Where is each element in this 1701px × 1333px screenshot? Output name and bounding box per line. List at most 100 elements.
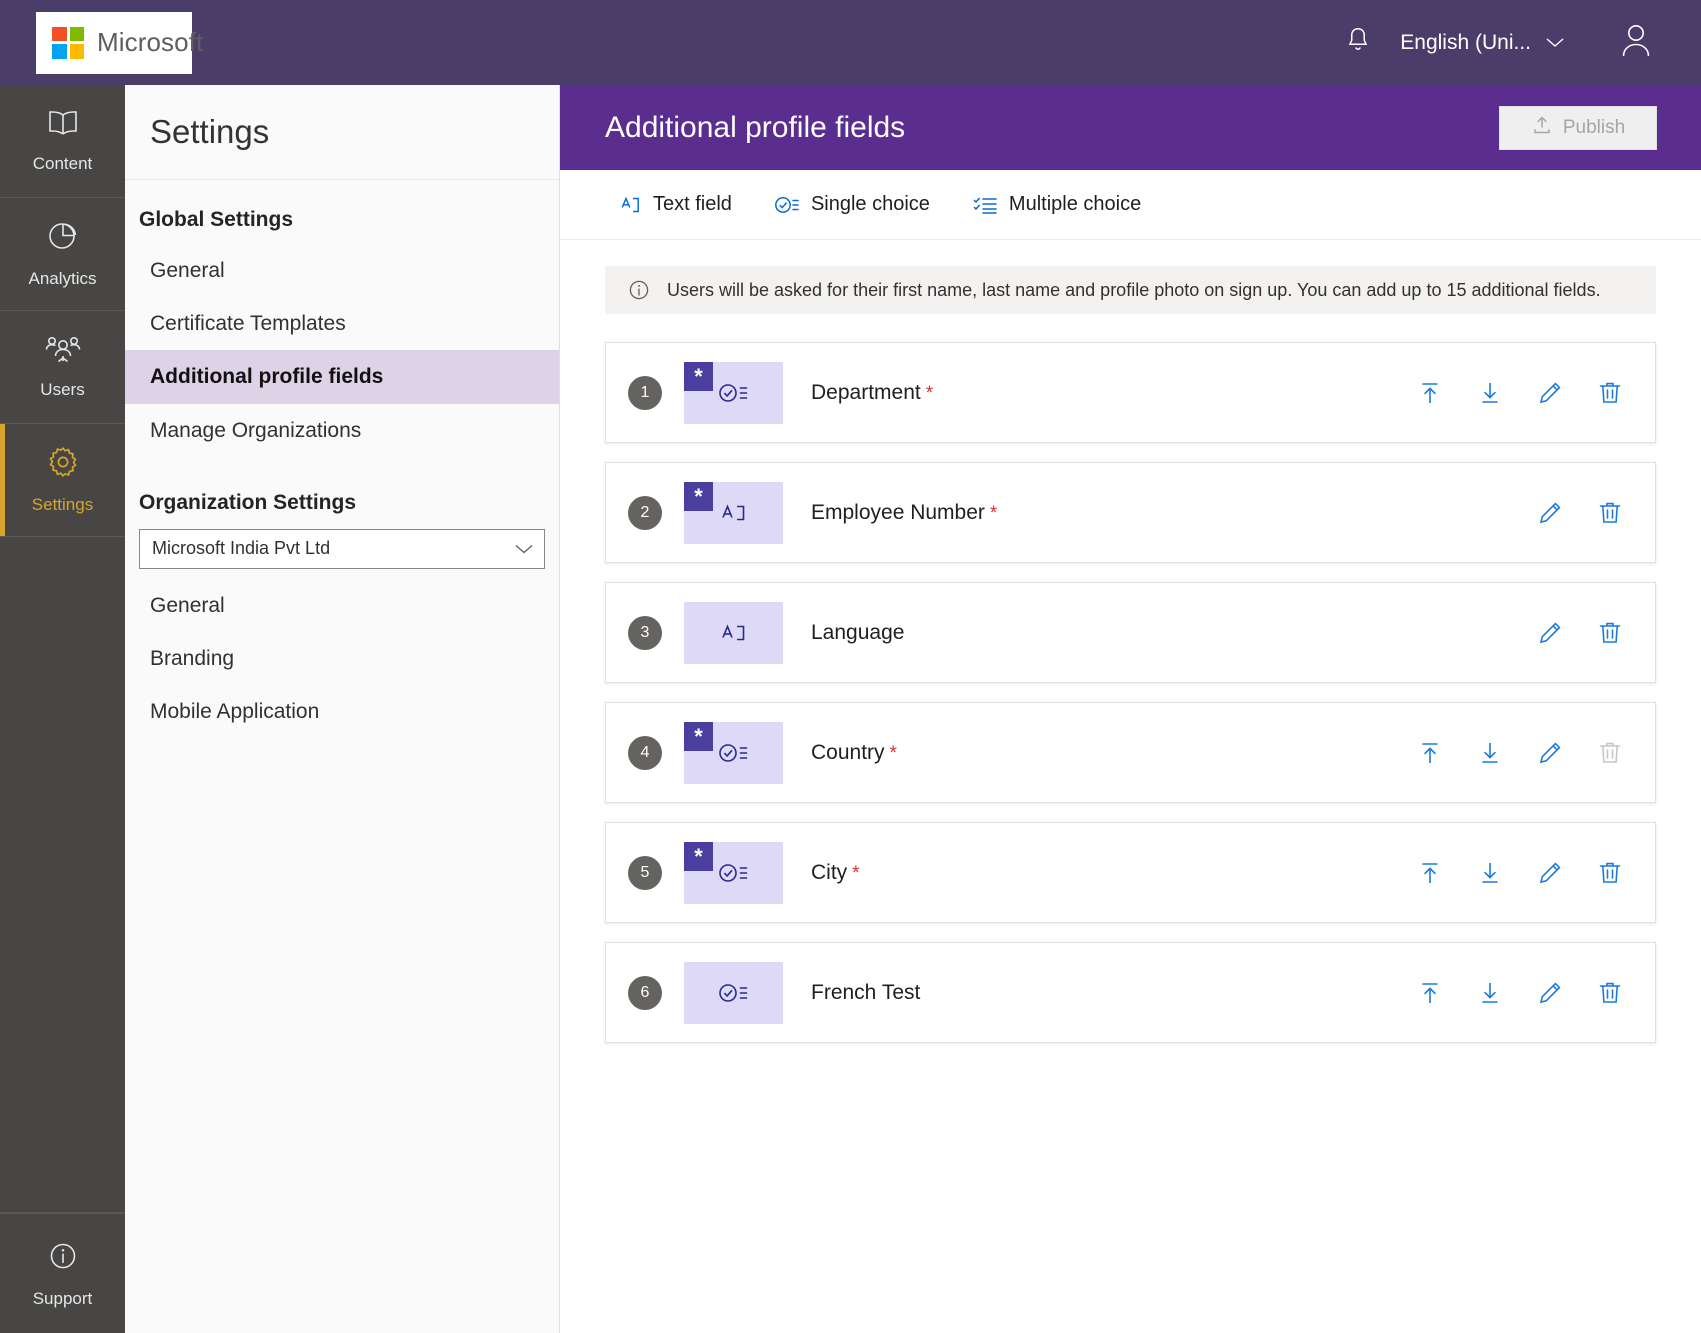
move-to-top-button[interactable] [1413, 736, 1447, 770]
account-button[interactable] [1601, 12, 1671, 74]
required-asterisk: * [925, 382, 934, 404]
page-title: Additional profile fields [605, 110, 906, 144]
notifications-button[interactable] [1330, 15, 1386, 71]
field-label-text: Country [811, 740, 885, 764]
move-to-bottom-button[interactable] [1473, 736, 1507, 770]
field-type-badge: * [684, 841, 783, 904]
chevron-down-icon [1545, 31, 1565, 55]
delete-button[interactable] [1593, 496, 1627, 530]
chevron-down-icon [514, 543, 534, 555]
table-row[interactable]: 6 French Test [605, 942, 1656, 1043]
multiple-choice-icon [972, 194, 998, 216]
rail-item-settings[interactable]: Settings [0, 424, 125, 537]
microsoft-squares-icon [52, 26, 84, 59]
toolbar-label-text-field: Text field [653, 193, 732, 215]
gear-icon [46, 445, 80, 484]
edit-button[interactable] [1533, 376, 1567, 410]
delete-button[interactable] [1593, 856, 1627, 890]
info-circle-icon [46, 1239, 80, 1278]
settings-panel-title: Settings [125, 85, 559, 180]
table-row[interactable]: 1 * Department * [605, 342, 1656, 443]
rail-item-analytics[interactable]: Analytics [0, 198, 125, 311]
field-label: City * [811, 861, 860, 885]
edit-button[interactable] [1533, 856, 1567, 890]
single-choice-icon [716, 380, 752, 406]
rail-label-analytics: Analytics [28, 269, 97, 288]
text-field-icon [717, 620, 751, 646]
language-selector[interactable]: English (Uni... [1386, 23, 1579, 63]
text-field-icon [618, 193, 642, 217]
edit-button[interactable] [1533, 496, 1567, 530]
field-label-text: City [811, 860, 848, 884]
field-label: French Test [811, 981, 920, 1005]
body-area: Content Analytics Users Settings Support… [0, 85, 1701, 1333]
field-type-toolbar: Text field Single choice Multiple choice [560, 170, 1701, 240]
table-row[interactable]: 5 * City * [605, 822, 1656, 923]
people-icon [44, 334, 82, 369]
microsoft-logo: Microsoft [36, 11, 203, 74]
edit-button[interactable] [1533, 976, 1567, 1010]
info-circle-icon [627, 278, 651, 302]
delete-button[interactable] [1593, 976, 1627, 1010]
delete-button[interactable] [1593, 376, 1627, 410]
organization-select[interactable]: Microsoft India Pvt Ltd [139, 528, 545, 569]
info-banner: Users will be asked for their first name… [605, 266, 1656, 314]
move-to-top-button[interactable] [1413, 976, 1447, 1010]
required-badge-icon: * [684, 481, 713, 511]
settings-panel: Settings Global Settings General Certifi… [125, 85, 560, 1333]
delete-button[interactable] [1593, 616, 1627, 650]
row-number: 2 [628, 495, 662, 530]
rail-spacer [0, 537, 125, 1213]
action-placeholder [1473, 616, 1507, 650]
edit-button[interactable] [1533, 736, 1567, 770]
single-choice-icon [716, 860, 752, 886]
microsoft-wordmark: Microsoft [97, 27, 204, 57]
row-actions [1413, 736, 1627, 770]
global-settings-heading: Global Settings [139, 208, 294, 231]
edit-button[interactable] [1533, 616, 1567, 650]
rail-item-content[interactable]: Content [0, 85, 125, 198]
nav-org-general[interactable]: General [125, 579, 559, 632]
organization-select-value: Microsoft India Pvt Ltd [152, 538, 331, 559]
add-single-choice-button[interactable]: Single choice [774, 193, 930, 216]
nav-additional-profile-fields[interactable]: Additional profile fields [125, 350, 559, 404]
publish-label: Publish [1562, 116, 1626, 138]
table-row[interactable]: 2 * Employee Number * [605, 462, 1656, 563]
rail-item-support[interactable]: Support [0, 1213, 125, 1333]
organization-settings-heading: Organization Settings [139, 490, 357, 514]
publish-button[interactable]: Publish [1499, 105, 1657, 150]
field-type-badge [684, 961, 783, 1024]
field-label: Employee Number * [811, 501, 997, 525]
row-number: 5 [628, 855, 662, 890]
field-type-badge [684, 601, 783, 664]
field-type-badge: * [684, 361, 783, 424]
move-to-bottom-button[interactable] [1473, 376, 1507, 410]
pie-chart-icon [46, 219, 80, 258]
required-badge-icon: * [684, 361, 713, 391]
required-badge-icon: * [684, 721, 713, 751]
move-to-top-button[interactable] [1413, 856, 1447, 890]
nav-manage-organizations[interactable]: Manage Organizations [125, 404, 559, 457]
field-label: Country * [811, 741, 897, 765]
field-label-text: Department [811, 380, 921, 404]
move-to-bottom-button[interactable] [1473, 976, 1507, 1010]
table-row[interactable]: 4 * Country * [605, 702, 1656, 803]
upload-icon [1531, 114, 1553, 142]
table-row[interactable]: 3 Language [605, 582, 1656, 683]
main-content: Additional profile fields Publish Text f… [560, 85, 1701, 1333]
nav-org-mobile-application[interactable]: Mobile Application [125, 685, 559, 738]
single-choice-icon [716, 980, 752, 1006]
field-label-text: Language [811, 620, 905, 644]
add-text-field-button[interactable]: Text field [618, 193, 732, 217]
nav-certificate-templates[interactable]: Certificate Templates [125, 297, 559, 350]
nav-global-general[interactable]: General [125, 244, 559, 297]
row-actions [1413, 856, 1627, 890]
row-actions [1413, 976, 1627, 1010]
move-to-top-button[interactable] [1413, 376, 1447, 410]
move-to-bottom-button[interactable] [1473, 856, 1507, 890]
add-multiple-choice-button[interactable]: Multiple choice [972, 193, 1141, 216]
nav-org-branding[interactable]: Branding [125, 632, 559, 685]
row-number: 3 [628, 615, 662, 650]
organization-select-wrapper: Microsoft India Pvt Ltd [125, 528, 559, 569]
rail-item-users[interactable]: Users [0, 311, 125, 424]
